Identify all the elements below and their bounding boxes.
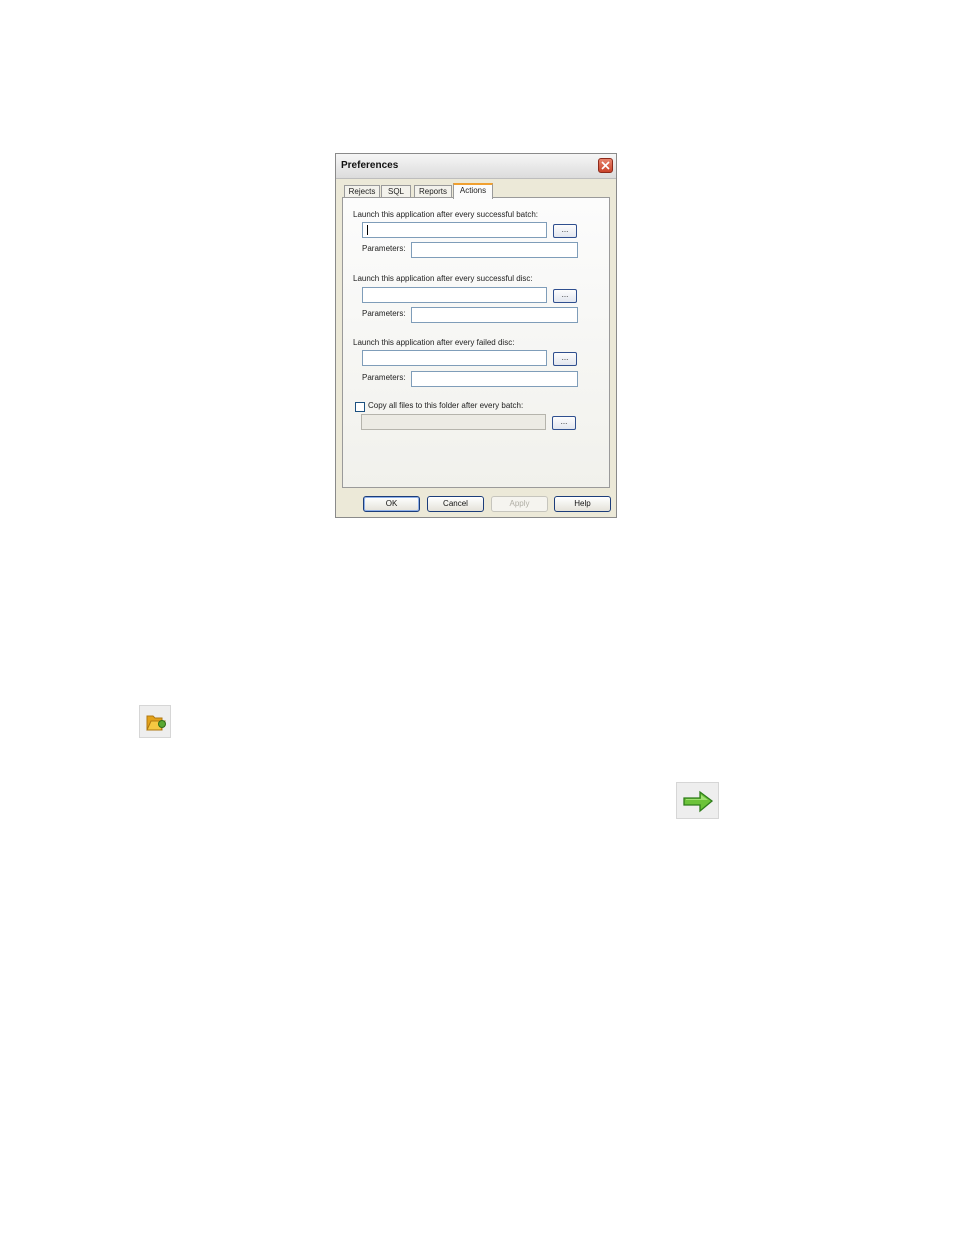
actions-panel: Launch this application after every succ… <box>342 197 610 488</box>
failed-disc-app-input[interactable] <box>362 350 547 366</box>
failed-disc-label: Launch this application after every fail… <box>353 338 515 347</box>
copy-files-checkbox[interactable] <box>355 402 365 412</box>
successful-batch-params-input[interactable] <box>411 242 578 258</box>
tab-strip: Rejects SQL Reports Actions <box>344 183 610 199</box>
apply-button[interactable]: Apply <box>491 496 548 512</box>
successful-batch-label: Launch this application after every succ… <box>353 210 538 219</box>
text-caret <box>367 225 368 235</box>
successful-disc-browse-button[interactable]: ... <box>553 289 577 303</box>
copy-files-label: Copy all files to this folder after ever… <box>368 401 524 410</box>
failed-disc-params-input[interactable] <box>411 371 578 387</box>
close-button[interactable] <box>598 158 613 173</box>
cancel-button[interactable]: Cancel <box>427 496 484 512</box>
failed-disc-params-label: Parameters: <box>362 373 406 382</box>
ok-button[interactable]: OK <box>363 496 420 512</box>
successful-disc-params-label: Parameters: <box>362 309 406 318</box>
close-icon <box>601 161 610 170</box>
copy-files-folder-input[interactable] <box>361 414 546 430</box>
copy-files-browse-button[interactable]: ... <box>552 416 576 430</box>
successful-batch-params-label: Parameters: <box>362 244 406 253</box>
successful-batch-browse-button[interactable]: ... <box>553 224 577 238</box>
tab-actions[interactable]: Actions <box>453 183 493 199</box>
successful-disc-params-input[interactable] <box>411 307 578 323</box>
successful-batch-app-input[interactable] <box>362 222 547 238</box>
successful-disc-app-input[interactable] <box>362 287 547 303</box>
help-button[interactable]: Help <box>554 496 611 512</box>
title-bar[interactable]: Preferences <box>336 154 616 179</box>
successful-disc-label: Launch this application after every succ… <box>353 274 533 283</box>
green-arrow-right-icon <box>676 782 719 819</box>
folder-open-icon <box>139 705 171 738</box>
failed-disc-browse-button[interactable]: ... <box>553 352 577 366</box>
dialog-title: Preferences <box>341 160 399 171</box>
preferences-dialog: Preferences Rejects SQL Reports Actions … <box>335 153 617 518</box>
